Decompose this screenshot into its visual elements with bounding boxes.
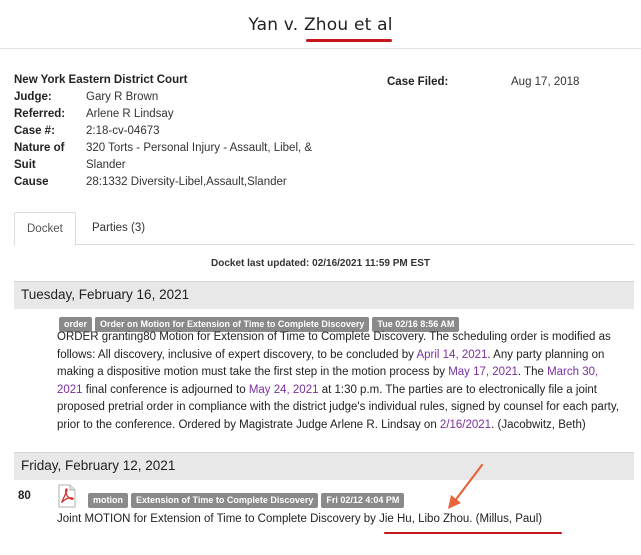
nature-row: Nature of Suit 320 Torts - Personal Inju… xyxy=(14,140,326,174)
nature-label-line2: Suit xyxy=(14,159,36,171)
cause-row: Cause 28:1332 Diversity-Libel,Assault,Sl… xyxy=(14,174,326,191)
judge-value: Gary R Brown xyxy=(86,91,159,103)
nature-value: 320 Torts - Personal Injury - Assault, L… xyxy=(86,142,313,171)
highlight-underline xyxy=(306,39,392,42)
entry-timestamp-badge: Fri 02/12 4:04 PM xyxy=(321,493,405,508)
case-number-value: 2:18-cv-04673 xyxy=(86,125,160,137)
entry-text: Joint MOTION for Extension of Time to Co… xyxy=(57,513,543,525)
date-link[interactable]: 2/16/2021 xyxy=(440,419,491,431)
page-title: Yan v. Zhou et al xyxy=(248,15,393,35)
date-link[interactable]: May 24, 2021 xyxy=(249,384,319,396)
case-info: New York Eastern District Court Judge: G… xyxy=(14,72,326,191)
referred-value: Arlene R Lindsay xyxy=(86,108,174,120)
entry-text-part: . (Jacobwitz, Beth) xyxy=(491,418,586,431)
page-header: Yan v. Zhou et al xyxy=(0,0,641,49)
referred-row: Referred: Arlene R Lindsay xyxy=(14,106,326,123)
entry-text-part: . The xyxy=(517,366,548,378)
tab-parties[interactable]: Parties (3) xyxy=(80,212,157,244)
case-number-label: Case #: xyxy=(14,125,55,137)
case-number-row: Case #: 2:18-cv-04673 xyxy=(14,123,326,140)
case-filed-value: Aug 17, 2018 xyxy=(511,76,580,88)
tab-bar: Docket Parties (3) xyxy=(14,212,634,246)
referred-label: Referred: xyxy=(14,108,66,120)
entry-description-badge: Extension of Time to Complete Discovery xyxy=(131,493,319,508)
pdf-icon[interactable] xyxy=(57,484,77,508)
day-header: Friday, February 12, 2021 xyxy=(14,452,634,480)
annotation-arrow-icon xyxy=(448,463,484,509)
judge-label: Judge: xyxy=(14,91,52,103)
date-link[interactable]: May 17, 2021 xyxy=(448,366,518,378)
case-filed-label: Case Filed: xyxy=(387,76,449,88)
entry-badges: motion Extension of Time to Complete Disc… xyxy=(88,490,407,508)
day-date: Tuesday, February 16, 2021 xyxy=(21,287,190,302)
nature-label-line1: Nature of xyxy=(14,142,65,154)
docket-updated: Docket last updated: 02/16/2021 11:59 PM… xyxy=(211,258,430,269)
entry-number: 80 xyxy=(18,490,31,502)
entry-text-part: final conference is adjourned to xyxy=(82,383,249,396)
nature-label: Nature of Suit xyxy=(14,140,86,174)
entry-type-badge: motion xyxy=(88,493,128,508)
judge-row: Judge: Gary R Brown xyxy=(14,89,326,106)
entry-text: ORDER granting80 Motion for Extension of… xyxy=(57,329,625,434)
day-header: Tuesday, February 16, 2021 xyxy=(14,281,634,309)
day-date: Friday, February 12, 2021 xyxy=(21,458,176,473)
date-link[interactable]: April 14, 2021 xyxy=(416,349,487,361)
highlight-underline xyxy=(384,532,562,534)
cause-value: 28:1332 Diversity-Libel,Assault,Slander xyxy=(86,176,287,188)
cause-label: Cause xyxy=(14,176,49,188)
court-name: New York Eastern District Court xyxy=(14,74,188,86)
tab-docket[interactable]: Docket xyxy=(14,212,76,246)
